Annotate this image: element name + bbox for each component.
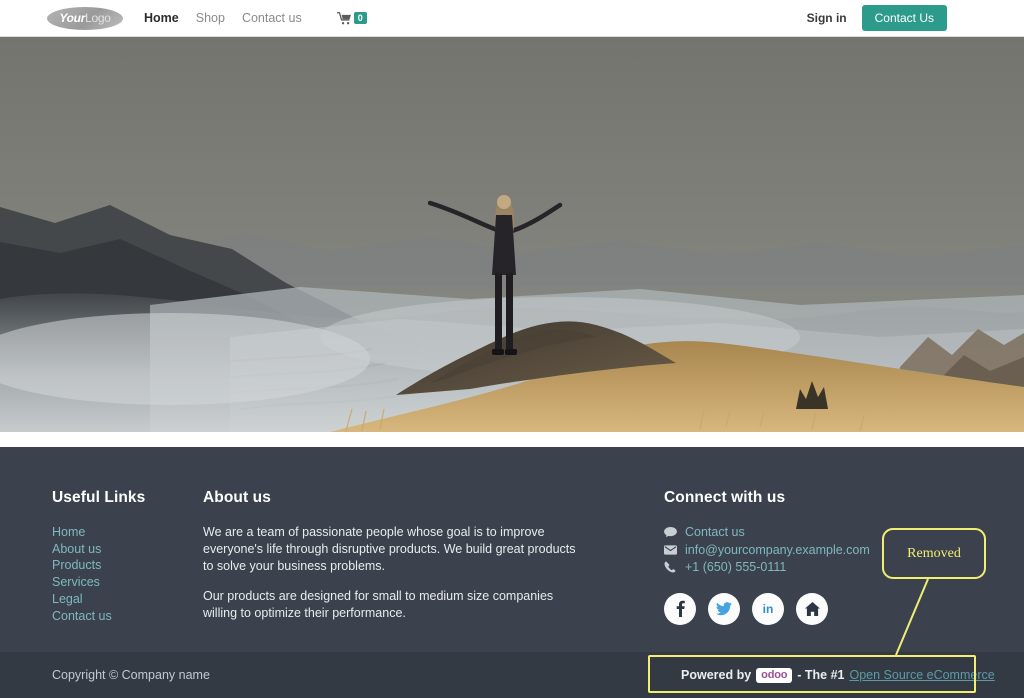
footer-link-products[interactable]: Products bbox=[52, 557, 192, 574]
footer-link-home[interactable]: Home bbox=[52, 524, 192, 541]
header-actions: Sign in Contact Us bbox=[807, 5, 947, 31]
home-icon[interactable] bbox=[796, 592, 828, 625]
copyright-bar: Copyright © Company name Powered by odoo… bbox=[0, 652, 1024, 698]
facebook-icon[interactable] bbox=[664, 592, 696, 625]
linkedin-icon[interactable]: in bbox=[752, 592, 784, 625]
open-source-ecommerce-link[interactable]: Open Source eCommerce bbox=[850, 668, 995, 682]
about-us-paragraph-1: We are a team of passionate people whose… bbox=[203, 525, 576, 573]
footer-column-useful-links: Useful Links Home About us Products Serv… bbox=[52, 489, 192, 624]
nav-item-contact-us[interactable]: Contact us bbox=[242, 11, 302, 25]
hero-banner-image bbox=[0, 37, 1024, 432]
about-us-paragraph-2: Our products are designed for small to m… bbox=[203, 589, 554, 621]
your-logo[interactable]: Your Logo bbox=[47, 6, 123, 30]
envelope-icon bbox=[664, 545, 678, 555]
site-header: Your Logo Home Shop Contact us 0 Sign in … bbox=[0, 0, 1024, 37]
webpage: Your Logo Home Shop Contact us 0 Sign in … bbox=[0, 0, 1024, 698]
twitter-icon[interactable] bbox=[708, 592, 740, 625]
contact-link-chat[interactable]: Contact us bbox=[685, 524, 745, 541]
site-footer: Useful Links Home About us Products Serv… bbox=[0, 447, 1024, 652]
annotation-callout-text: Removed bbox=[907, 545, 961, 561]
footer-link-services[interactable]: Services bbox=[52, 574, 192, 591]
chat-bubble-icon bbox=[664, 526, 678, 538]
cart-count-badge: 0 bbox=[353, 11, 367, 25]
contact-link-email[interactable]: info@yourcompany.example.com bbox=[685, 542, 870, 559]
phone-icon bbox=[664, 561, 678, 573]
powered-by-label: Powered by bbox=[681, 668, 752, 682]
about-us-title: About us bbox=[203, 489, 271, 506]
contact-link-phone[interactable]: +1 (650) 555-0111 bbox=[685, 559, 786, 576]
contact-us-button[interactable]: Contact Us bbox=[861, 5, 947, 31]
hero-illustration bbox=[0, 37, 1024, 432]
nav-item-shop[interactable]: Shop bbox=[196, 11, 225, 25]
annotation-callout-removed: Removed bbox=[882, 528, 986, 579]
footer-link-about-us[interactable]: About us bbox=[52, 541, 192, 558]
copyright-text: Copyright © Company name bbox=[52, 668, 210, 682]
footer-column-about-us: About us We are a team of passionate peo… bbox=[203, 489, 583, 636]
social-links: in bbox=[664, 592, 964, 625]
useful-links-title: Useful Links bbox=[52, 489, 146, 506]
nav-item-home[interactable]: Home bbox=[144, 11, 179, 25]
logo-text-primary: Your bbox=[59, 11, 86, 25]
connect-with-us-title: Connect with us bbox=[664, 489, 786, 506]
odoo-logo[interactable]: odoo bbox=[756, 667, 793, 683]
footer-link-legal[interactable]: Legal bbox=[52, 591, 192, 608]
footer-link-contact-us[interactable]: Contact us bbox=[52, 608, 192, 625]
cart-button[interactable]: 0 bbox=[336, 11, 367, 25]
sign-in-link[interactable]: Sign in bbox=[807, 11, 847, 25]
powered-by-odoo: Powered by odoo - The #1 Open Source eCo… bbox=[681, 667, 995, 683]
main-navigation: Home Shop Contact us 0 bbox=[144, 11, 367, 25]
powered-middle-label: - The #1 bbox=[797, 668, 845, 682]
shopping-cart-icon bbox=[336, 11, 352, 25]
linkedin-label: in bbox=[762, 601, 774, 616]
logo-text-secondary: Logo bbox=[85, 11, 111, 25]
